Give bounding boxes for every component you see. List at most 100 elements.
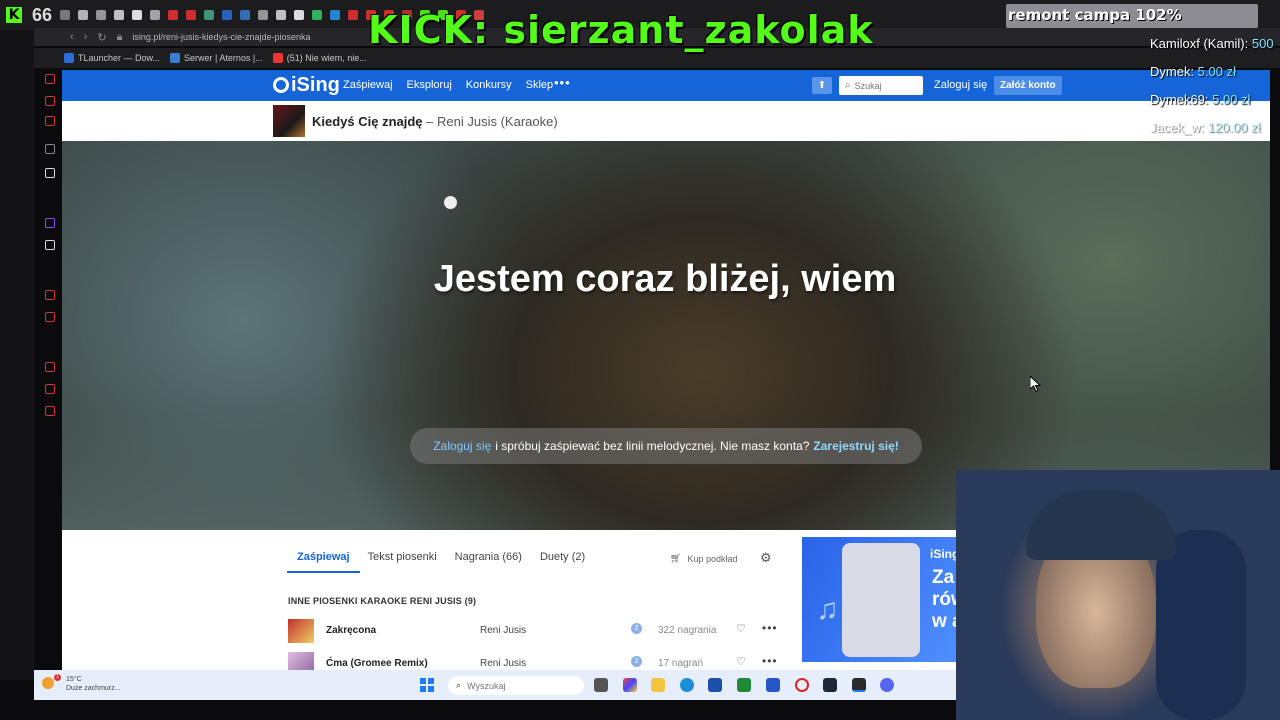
search-icon: ⌕	[845, 80, 851, 91]
windows-taskbar: 1 15°C Duże zachmurz... ⌕	[34, 670, 956, 700]
tab-favicon-icon[interactable]	[348, 10, 359, 20]
upload-button[interactable]: ⬆	[812, 77, 832, 94]
promo-banner[interactable]: ♫ iSing Za rów w a	[802, 537, 956, 662]
tab-favicon-icon[interactable]	[186, 10, 197, 20]
forward-icon[interactable]: ›	[84, 31, 88, 43]
extensions-icon[interactable]	[45, 384, 55, 394]
store-icon[interactable]	[708, 678, 722, 692]
copilot-icon[interactable]	[623, 678, 637, 692]
more-menu-icon[interactable]: •••	[554, 75, 571, 90]
tab-favicon-icon[interactable]	[114, 10, 125, 20]
tab-favicon-icon[interactable]	[78, 10, 89, 20]
obs-icon[interactable]	[852, 678, 866, 692]
sidebar-app-icon[interactable]	[45, 116, 55, 126]
taskbar-search-input[interactable]	[467, 680, 568, 691]
tab-favicon-icon[interactable]	[168, 10, 179, 20]
prompt-register-link[interactable]: Zarejestruj się!	[813, 439, 898, 453]
sidebar-app-icon[interactable]	[45, 168, 55, 178]
main-nav: Zaśpiewaj Eksploruj Konkursy Sklep	[343, 79, 553, 91]
recordings-count: 17 nagrań	[658, 658, 704, 669]
sidebar-app-icon[interactable]	[45, 144, 55, 154]
nav-item-zaspiewaj[interactable]: Zaśpiewaj	[343, 79, 393, 91]
more-icon[interactable]: •••	[762, 654, 778, 668]
register-button[interactable]: Załóż konto	[994, 76, 1062, 95]
nav-item-konkursy[interactable]: Konkursy	[466, 79, 512, 91]
tab-tekst[interactable]: Tekst piosenki	[368, 551, 437, 563]
twitch-icon[interactable]	[45, 218, 55, 228]
gear-icon[interactable]: ⚙	[760, 550, 772, 566]
tab-favicon-icon[interactable]	[330, 10, 341, 20]
heart-icon[interactable]: ♡	[736, 655, 746, 668]
nav-item-sklep[interactable]: Sklep	[526, 79, 554, 91]
bookmark-item[interactable]: Serwer | Aternos |...	[170, 53, 263, 63]
song-title: Kiedyś Cię znajdę – Reni Jusis (Karaoke)	[312, 114, 558, 129]
song-row-name[interactable]: Ćma (Gromee Remix)	[326, 658, 428, 669]
sidebar-app-icon[interactable]	[45, 74, 55, 84]
prompt-login-link[interactable]: Zaloguj się	[433, 439, 491, 453]
edge-icon[interactable]	[680, 678, 694, 692]
tab-favicon-icon[interactable]	[312, 10, 323, 20]
lock-icon: 🔒︎	[116, 30, 123, 43]
bookmark-label: TLauncher — Dow...	[78, 53, 161, 63]
sidebar-app-icon[interactable]	[45, 312, 55, 322]
steam-icon[interactable]	[823, 678, 837, 692]
nav-item-eksploruj[interactable]: Eksploruj	[407, 79, 452, 91]
tab-favicon-icon[interactable]	[294, 10, 305, 20]
tab-favicon-icon[interactable]	[258, 10, 269, 20]
ising-logo[interactable]: iSing	[273, 74, 340, 97]
weather-badge: 1	[54, 674, 61, 681]
lyric-indicator	[444, 196, 457, 209]
search-input[interactable]	[854, 80, 915, 91]
tab-favicon-icon[interactable]	[204, 10, 215, 20]
kick-logo-icon[interactable]: K	[6, 7, 22, 23]
minecraft-icon[interactable]	[737, 678, 751, 692]
song-row-artist[interactable]: Reni Jusis	[480, 658, 526, 669]
bookmark-favicon-icon	[170, 53, 181, 63]
opera-icon[interactable]	[795, 678, 809, 692]
buy-backing-track[interactable]: 🛒︎ Kup podkład	[670, 553, 737, 564]
music-note-icon: ♫	[816, 593, 839, 626]
bookmark-item[interactable]: (51) Nie wiem, nie...	[272, 53, 367, 63]
reload-icon[interactable]: ↻	[97, 31, 106, 44]
weather-widget[interactable]: 1 15°C Duże zachmurz...	[42, 674, 120, 693]
goal-label: remont campa 102%	[1008, 6, 1182, 24]
login-link[interactable]: Zaloguj się	[934, 79, 987, 91]
history-icon[interactable]	[45, 362, 55, 372]
windows-start-icon[interactable]	[420, 678, 434, 692]
url-text[interactable]: ising.pl/reni-jusis-kiedys-cie-znajde-pi…	[132, 32, 310, 42]
tab-favicon-icon[interactable]	[150, 10, 161, 20]
section-title: INNE PIOSENKI KARAOKE RENI JUSIS (9)	[288, 596, 477, 606]
task-view-icon[interactable]	[594, 678, 608, 692]
weather-icon	[42, 677, 54, 689]
buy-label: Kup podkład	[687, 553, 738, 564]
bookmark-label: (51) Nie wiem, nie...	[286, 53, 367, 63]
discord-icon[interactable]	[880, 678, 894, 692]
more-icon[interactable]: •••	[762, 621, 778, 635]
tab-favicon-icon[interactable]	[276, 10, 287, 20]
song-row-name[interactable]: Zakręcona	[326, 625, 376, 636]
donor-name: Kamiloxf (Kamil):	[1150, 36, 1252, 51]
tab-zaspiewaj[interactable]: Zaśpiewaj	[287, 551, 360, 573]
tab-count[interactable]: 66	[32, 5, 52, 26]
list-item[interactable]: Zakręcona Reni Jusis 2 322 nagrania ♡ ••…	[288, 617, 778, 645]
donation-item: Kamiloxf (Kamil): 500	[1150, 36, 1280, 64]
tab-nagrania[interactable]: Nagrania (66)	[455, 551, 522, 563]
song-row-artist[interactable]: Reni Jusis	[480, 625, 526, 636]
tab-favicon-icon[interactable]	[132, 10, 143, 20]
settings-icon[interactable]	[45, 406, 55, 416]
app-icon[interactable]	[766, 678, 780, 692]
file-explorer-icon[interactable]	[651, 678, 665, 692]
tab-duety[interactable]: Duety (2)	[540, 551, 585, 563]
bookmark-item[interactable]: TLauncher — Dow...	[64, 53, 160, 63]
x-icon[interactable]	[45, 240, 55, 250]
song-header: Kiedyś Cię znajdę – Reni Jusis (Karaoke)	[62, 101, 1270, 141]
cart-icon: 🛒︎	[670, 553, 682, 563]
tab-favicon-icon[interactable]	[60, 10, 71, 20]
sidebar-app-icon[interactable]	[45, 96, 55, 106]
song-artist[interactable]: Reni Jusis (Karaoke)	[437, 114, 558, 129]
tab-favicon-icon[interactable]	[96, 10, 107, 20]
heart-icon[interactable]: ♡	[736, 622, 746, 635]
tab-favicon-icon[interactable]	[240, 10, 251, 20]
back-icon[interactable]: ‹	[70, 31, 74, 43]
tab-favicon-icon[interactable]	[222, 10, 233, 20]
